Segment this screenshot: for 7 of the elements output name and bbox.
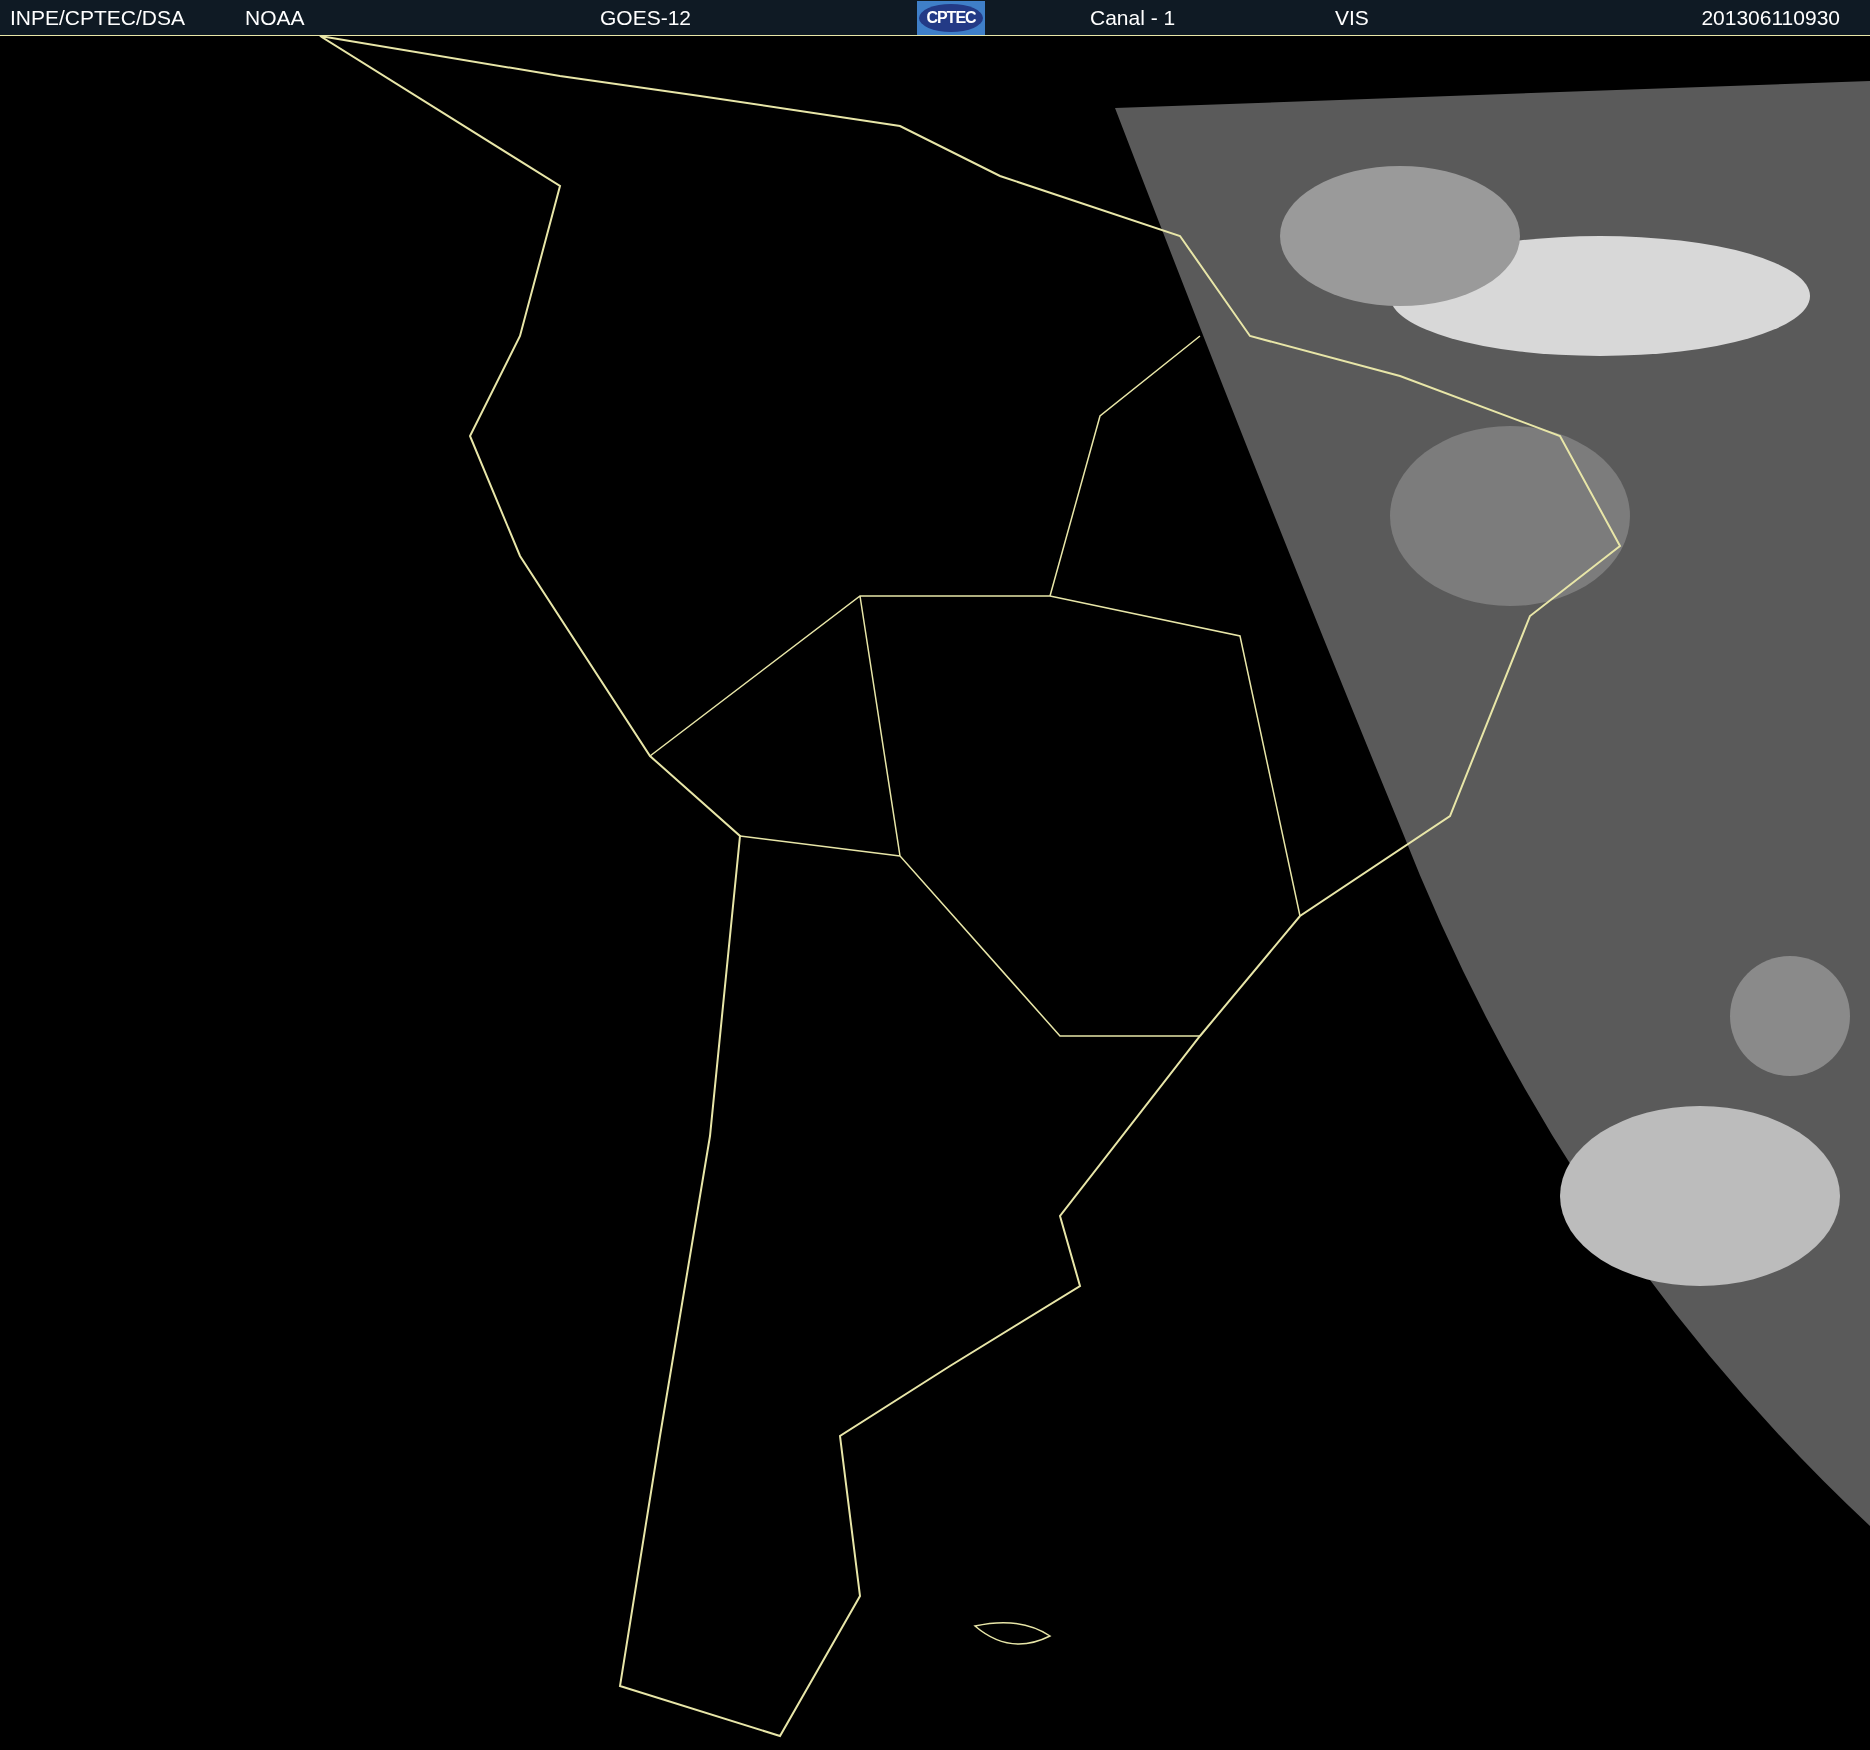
satellite-label: GOES-12 xyxy=(600,5,692,30)
logo: CPTEC xyxy=(917,0,985,35)
agency-label: NOAA xyxy=(245,5,305,30)
timestamp-label: 201306110930 xyxy=(1701,5,1840,30)
channel-label: Canal - 1 xyxy=(1090,5,1176,30)
source-label: INPE/CPTEC/DSA xyxy=(10,5,186,30)
band-label: VIS xyxy=(1335,5,1369,30)
